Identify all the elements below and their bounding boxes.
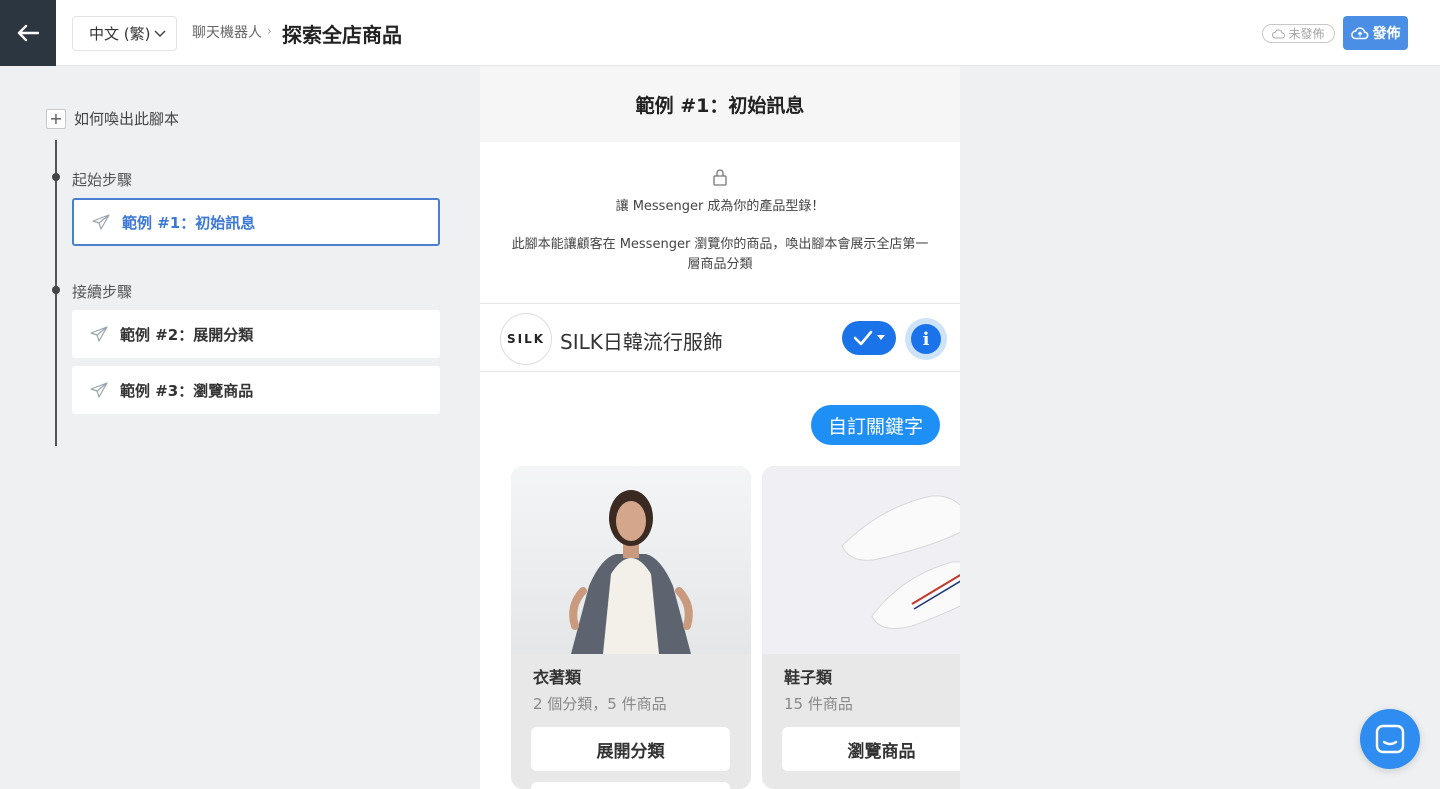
- arrow-left-icon: [17, 24, 39, 42]
- checkmark-icon: [853, 330, 873, 346]
- messenger-header: SILK SILK日韓流行服飾 i: [480, 304, 960, 372]
- card-image-woman: [511, 466, 751, 654]
- card-title: 衣著類: [533, 668, 582, 687]
- info-button[interactable]: i: [905, 318, 947, 360]
- shop-logo: SILK: [500, 313, 552, 365]
- card-action-button[interactable]: 瀏覽商品: [782, 727, 960, 771]
- add-trigger-button[interactable]: + 如何喚出此腳本: [46, 108, 179, 129]
- card-subtitle: 2 個分類，5 件商品: [533, 695, 667, 713]
- language-select[interactable]: 中文 (繁): [72, 16, 177, 51]
- shop-name: SILK日韓流行服飾: [560, 330, 723, 354]
- breadcrumb-separator: ›: [267, 24, 272, 38]
- chevron-down-icon: [154, 30, 166, 38]
- paper-plane-icon: [90, 326, 108, 342]
- card-title: 鞋子類: [784, 668, 833, 687]
- add-trigger-label: 如何喚出此腳本: [74, 110, 180, 128]
- card-image-sneakers: [762, 466, 960, 654]
- cloud-upload-icon: [1350, 27, 1368, 40]
- tree-node-dot: [52, 286, 60, 294]
- start-section-label: 起始步驟: [72, 171, 133, 189]
- card-secondary-button[interactable]: [531, 782, 730, 789]
- step-item-label: 範例 #1：初始訊息: [122, 213, 256, 232]
- back-button[interactable]: [0, 0, 56, 66]
- step-item-2[interactable]: 範例 #2：展開分類: [72, 310, 440, 358]
- product-card: 鞋子類 15 件商品 瀏覽商品: [762, 466, 960, 789]
- page-title: 探索全店商品: [282, 23, 402, 47]
- breadcrumb-chatbot[interactable]: 聊天機器人: [192, 22, 262, 42]
- lock-icon: [713, 169, 727, 186]
- intro-description: 此腳本能讓顧客在 Messenger 瀏覽你的商品，喚出腳本會展示全店第一層商品…: [511, 237, 929, 272]
- publish-button[interactable]: 發佈: [1343, 16, 1408, 50]
- card-action-button[interactable]: 展開分類: [531, 727, 730, 771]
- card-subtitle: 15 件商品: [784, 695, 853, 713]
- verified-toggle-button[interactable]: [842, 321, 896, 355]
- plus-icon: +: [46, 108, 66, 129]
- top-bar: 中文 (繁) 聊天機器人 › 探索全店商品 未發佈 發佈: [0, 0, 1440, 66]
- user-message-bubble: 自訂關鍵字: [811, 405, 940, 445]
- chat-icon: [1375, 724, 1405, 754]
- intro-headline: 讓 Messenger 成為你的產品型錄！: [615, 199, 825, 214]
- product-card-clip: 鞋子類 15 件商品 瀏覽商品: [762, 466, 960, 789]
- next-section-label: 接續步驟: [72, 283, 133, 301]
- step-item-1[interactable]: 範例 #1：初始訊息: [72, 198, 440, 246]
- info-icon: i: [911, 324, 941, 354]
- step-item-label: 範例 #2：展開分類: [120, 325, 254, 344]
- publish-button-label: 發佈: [1372, 26, 1401, 42]
- preview-intro: 讓 Messenger 成為你的產品型錄！ 此腳本能讓顧客在 Messenger…: [480, 142, 960, 304]
- paper-plane-icon: [90, 382, 108, 398]
- status-badge-label: 未發佈: [1288, 27, 1325, 41]
- step-item-label: 範例 #3：瀏覽商品: [120, 381, 254, 400]
- chat-launcher-button[interactable]: [1360, 709, 1420, 769]
- paper-plane-icon: [92, 214, 110, 230]
- step-item-3[interactable]: 範例 #3：瀏覽商品: [72, 366, 440, 414]
- tree-node-dot: [52, 173, 60, 181]
- caret-down-icon: [877, 335, 885, 340]
- language-select-value: 中文 (繁): [89, 25, 151, 43]
- status-badge: 未發佈: [1262, 24, 1335, 43]
- cloud-icon: [1272, 29, 1286, 39]
- product-card: 衣著類 2 個分類，5 件商品 展開分類: [511, 466, 751, 789]
- preview-title: 範例 #1：初始訊息: [480, 66, 960, 142]
